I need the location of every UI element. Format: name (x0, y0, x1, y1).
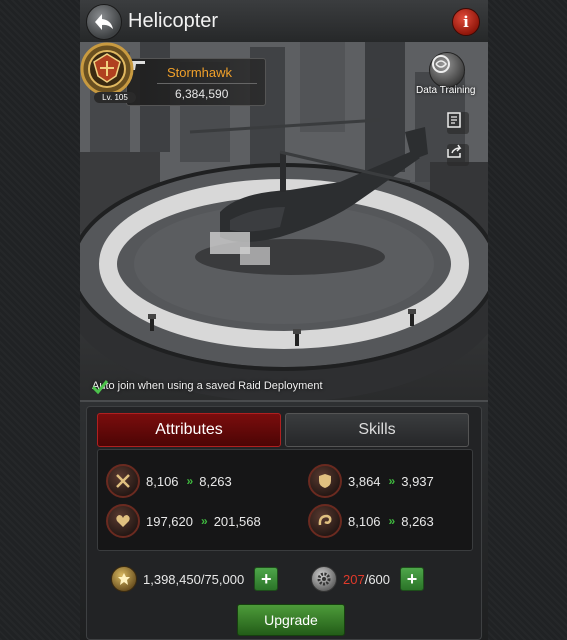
add-medal-button[interactable]: + (254, 567, 279, 591)
attributes-list: 8,106 » 8,263 3,864 » 3,937 197,620 » 20… (97, 449, 473, 551)
header-bar: Helicopter i (80, 0, 488, 43)
parts-max: /600 (364, 571, 391, 587)
attack-current: 8,106 (146, 473, 179, 489)
speed-current: 8,106 (348, 513, 381, 529)
gear-icon (311, 566, 337, 592)
bottom-panel: Attributes Skills 8,106 » 8,263 3,864 » (80, 400, 488, 640)
share-button[interactable] (447, 144, 469, 166)
parts-resource: 207 /600 + (311, 565, 425, 593)
info-button[interactable]: i (452, 8, 480, 36)
share-icon (447, 144, 462, 158)
attribute-speed: 8,106 » 8,263 (308, 504, 434, 538)
attribute-defense: 3,864 » 3,937 (308, 464, 434, 498)
upgrade-button[interactable]: Upgrade (237, 604, 345, 636)
brain-icon (432, 55, 450, 73)
medal-resource: 1,398,450/75,000 + (111, 565, 279, 593)
data-training-button[interactable] (429, 52, 465, 88)
speed-next: 8,263 (401, 513, 434, 529)
info-icon: i (463, 13, 469, 31)
app-screen: Helicopter i Stormhawk 6,384,590 Lv. 105… (80, 0, 488, 640)
level-label: Lv. 105 (94, 92, 136, 103)
attack-swords-icon (106, 464, 140, 498)
auto-join-toggle[interactable]: Auto join when using a saved Raid Deploy… (92, 380, 323, 394)
attribute-attack: 8,106 » 8,263 (106, 464, 232, 498)
back-button[interactable] (86, 4, 122, 40)
add-parts-button[interactable]: + (400, 567, 425, 591)
defense-current: 3,864 (348, 473, 381, 489)
helicopter-scene: Stormhawk 6,384,590 Lv. 105 Data Trainin… (80, 42, 488, 400)
increase-arrow-icon: » (186, 474, 194, 488)
notes-button[interactable] (447, 112, 469, 134)
tab-attributes[interactable]: Attributes (97, 413, 281, 447)
tab-skills[interactable]: Skills (285, 413, 469, 447)
rank-badge-icon (80, 42, 134, 96)
back-arrow-icon (95, 14, 113, 30)
data-training-label: Data Training (416, 85, 476, 96)
power-value: 6,384,590 (175, 87, 229, 101)
health-current: 197,620 (146, 513, 193, 529)
health-next: 201,568 (213, 513, 261, 529)
medal-value: 1,398,450/75,000 (143, 571, 245, 587)
commander-name: Stormhawk (167, 65, 233, 80)
checkmark-icon (92, 380, 108, 394)
increase-arrow-icon: » (388, 474, 396, 488)
defense-shield-icon (308, 464, 342, 498)
page-title: Helicopter (128, 10, 219, 32)
health-heart-icon (106, 504, 140, 538)
increase-arrow-icon: » (201, 514, 208, 528)
speed-swirl-icon (308, 504, 342, 538)
parts-current: 207 (343, 571, 365, 587)
notes-icon (447, 112, 461, 128)
defense-next: 3,937 (401, 473, 434, 489)
divider (157, 83, 257, 84)
commander-profile[interactable]: Stormhawk 6,384,590 (126, 58, 266, 106)
panel-frame: Attributes Skills 8,106 » 8,263 3,864 » (86, 406, 482, 640)
increase-arrow-icon: » (388, 514, 396, 528)
auto-join-label: Auto join when using a saved Raid Deploy… (92, 380, 323, 392)
attack-next: 8,263 (199, 473, 232, 489)
attribute-health: 197,620 » 201,568 (106, 504, 261, 538)
medal-icon (111, 566, 137, 592)
